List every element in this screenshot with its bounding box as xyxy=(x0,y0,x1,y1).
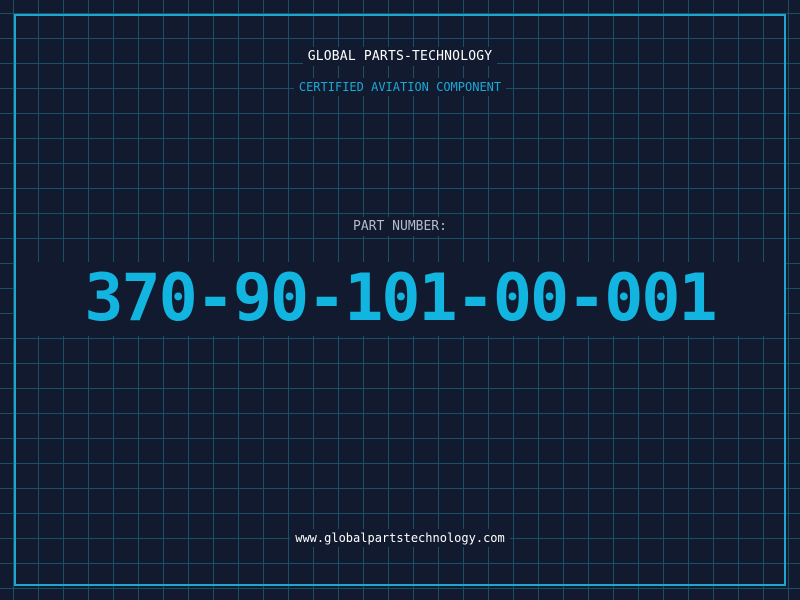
company-name-text: GLOBAL PARTS-TECHNOLOGY xyxy=(302,47,498,66)
website-url-text: www.globalpartstechnology.com xyxy=(290,529,510,547)
part-number-value: 370-90-101-00-001 xyxy=(84,261,717,336)
certification-subtitle: CERTIFIED AVIATION COMPONENT xyxy=(0,78,800,96)
certification-subtitle-text: CERTIFIED AVIATION COMPONENT xyxy=(293,78,507,96)
part-number-label: PART NUMBER: xyxy=(0,217,800,236)
website-url: www.globalpartstechnology.com xyxy=(0,529,800,547)
part-number-label-text: PART NUMBER: xyxy=(348,217,452,236)
company-name: GLOBAL PARTS-TECHNOLOGY xyxy=(0,47,800,66)
